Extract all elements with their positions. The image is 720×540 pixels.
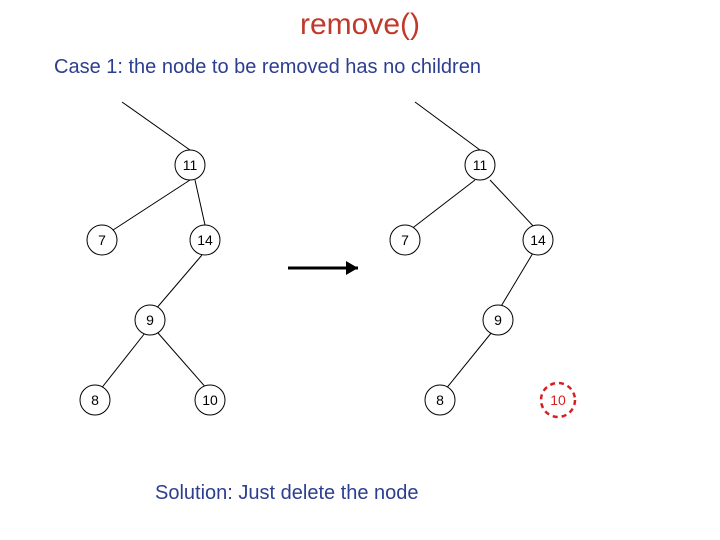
tree-edge xyxy=(100,333,145,390)
tree-diagram: 11 7 14 9 8 10 11 7 14 9 8 10 xyxy=(0,0,720,540)
tree-node: 7 xyxy=(390,225,420,255)
tree-edge xyxy=(110,180,190,232)
tree-node-label: 10 xyxy=(550,392,566,408)
tree-edge xyxy=(122,102,190,150)
tree-node-label: 10 xyxy=(202,392,218,408)
tree-node: 8 xyxy=(425,385,455,415)
tree-node: 14 xyxy=(190,225,220,255)
tree-node: 10 xyxy=(195,385,225,415)
tree-node-label: 8 xyxy=(436,392,444,408)
tree-node-label: 8 xyxy=(91,392,99,408)
tree-node-label: 11 xyxy=(183,157,198,173)
tree-node: 7 xyxy=(87,225,117,255)
tree-node-label: 7 xyxy=(401,232,409,248)
tree-edge xyxy=(195,180,205,225)
tree-edge xyxy=(490,180,535,228)
tree-node: 11 xyxy=(465,150,495,180)
tree-node: 11 xyxy=(175,150,205,180)
tree-node: 9 xyxy=(135,305,165,335)
tree-edge xyxy=(445,332,492,390)
tree-edge xyxy=(410,180,475,230)
tree-node-label: 9 xyxy=(146,312,154,328)
tree-node-label: 14 xyxy=(530,232,546,248)
tree-edge xyxy=(155,255,202,310)
tree-node: 14 xyxy=(523,225,553,255)
tree-edge xyxy=(158,333,208,390)
tree-node: 10 xyxy=(541,383,575,417)
arrow-head-icon xyxy=(346,261,358,275)
tree-node-label: 11 xyxy=(473,157,488,173)
tree-node-label: 9 xyxy=(494,312,502,328)
tree-node: 8 xyxy=(80,385,110,415)
tree-node-label: 14 xyxy=(197,232,213,248)
tree-edge xyxy=(500,253,533,308)
tree-edge xyxy=(415,102,480,150)
tree-node-label: 7 xyxy=(98,232,106,248)
tree-node: 9 xyxy=(483,305,513,335)
